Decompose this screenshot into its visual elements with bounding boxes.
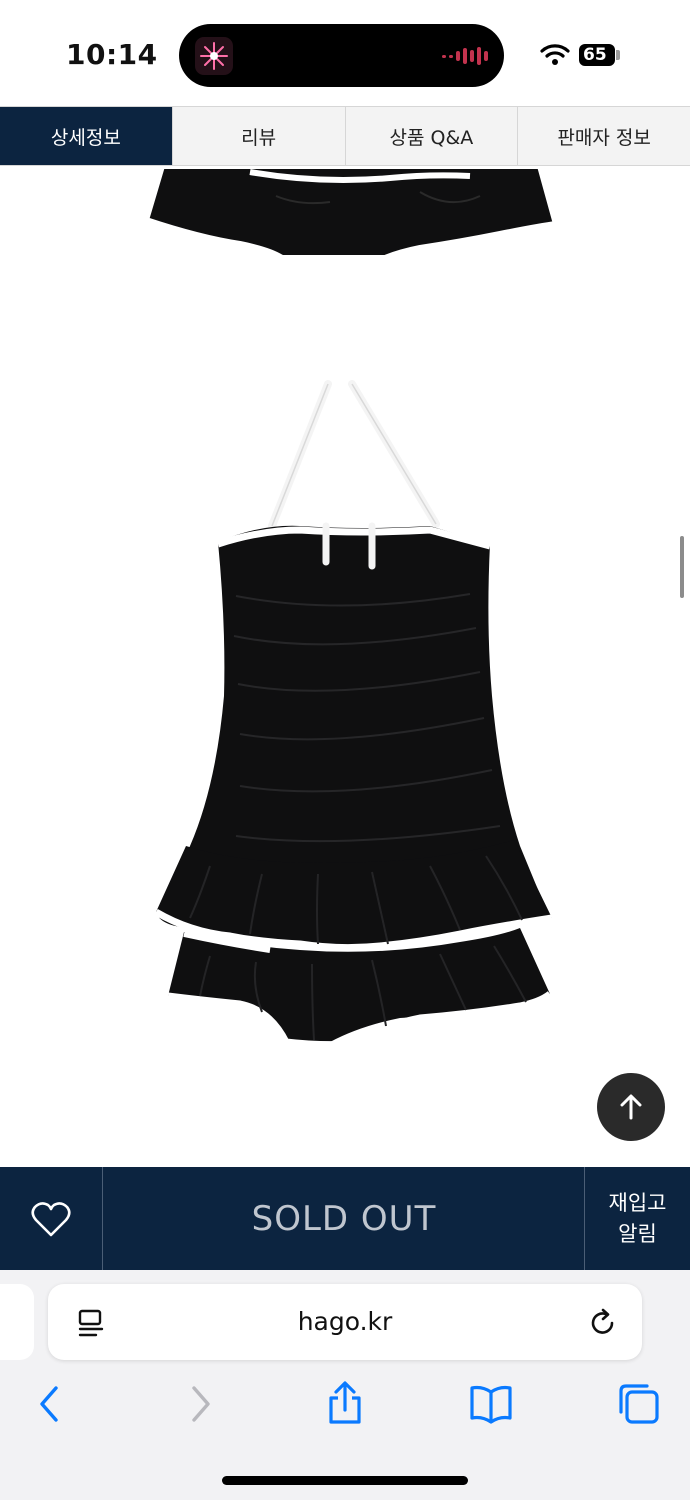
tab-reviews[interactable]: 리뷰	[171, 107, 345, 165]
sold-out-label: SOLD OUT	[251, 1198, 437, 1239]
address-bar[interactable]: hago.kr	[48, 1284, 642, 1360]
battery-indicator: 65	[579, 44, 615, 66]
wifi-icon	[540, 44, 570, 65]
restock-alert-button[interactable]: 재입고 알림	[584, 1167, 690, 1270]
restock-label-line2: 알림	[618, 1221, 657, 1246]
scroll-to-top-button[interactable]	[597, 1073, 665, 1141]
battery-cap	[616, 50, 620, 60]
home-indicator[interactable]	[222, 1476, 468, 1485]
back-icon[interactable]	[36, 1384, 64, 1424]
tabs-icon[interactable]	[617, 1382, 661, 1426]
share-icon[interactable]	[325, 1380, 365, 1426]
product-detail-content	[0, 166, 690, 1167]
wishlist-button[interactable]	[0, 1167, 103, 1270]
dynamic-island	[179, 24, 504, 87]
audio-waveform-icon	[442, 47, 488, 65]
purchase-action-bar: SOLD OUT 재입고 알림	[0, 1167, 690, 1270]
clock: 10:14	[66, 38, 158, 71]
restock-label-line1: 재입고	[608, 1190, 667, 1215]
heart-icon	[31, 1201, 71, 1236]
arrow-up-icon	[620, 1094, 642, 1120]
music-app-icon	[195, 37, 233, 75]
tab-details[interactable]: 상세정보	[0, 107, 172, 165]
reload-icon[interactable]	[588, 1308, 618, 1338]
page-scrollbar[interactable]	[680, 536, 684, 598]
tab-qna[interactable]: 상품 Q&A	[344, 107, 518, 165]
bookmarks-icon[interactable]	[468, 1384, 514, 1424]
product-image-dress-back	[154, 373, 553, 1049]
product-tabs: 상세정보 리뷰 상품 Q&A 판매자 정보	[0, 106, 690, 166]
forward-icon[interactable]	[186, 1384, 214, 1424]
product-image-top-crop	[142, 166, 560, 261]
url-text: hago.kr	[297, 1307, 393, 1336]
status-bar: 10:14 65	[0, 0, 690, 106]
browser-toolbar: hago.kr	[0, 1270, 690, 1500]
previous-tab-preview[interactable]	[0, 1284, 34, 1360]
tab-seller-info[interactable]: 판매자 정보	[517, 107, 690, 165]
